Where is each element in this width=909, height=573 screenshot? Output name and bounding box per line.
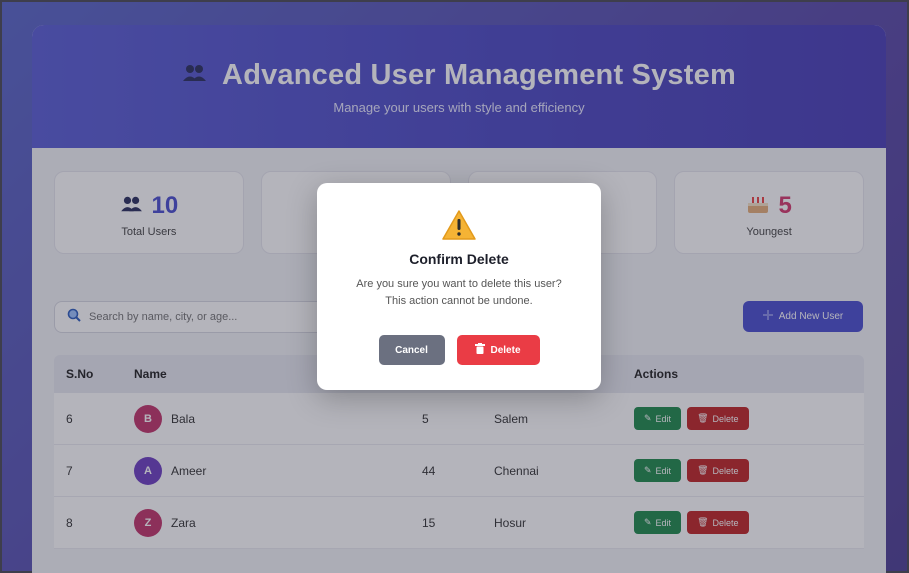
dialog-message: Are you sure you want to delete this use… bbox=[317, 276, 601, 310]
dialog-title: Confirm Delete bbox=[409, 251, 509, 267]
dialog-buttons: Cancel Delete bbox=[317, 335, 601, 365]
cancel-button[interactable]: Cancel bbox=[378, 335, 445, 365]
confirm-delete-dialog: Confirm Delete Are you sure you want to … bbox=[317, 183, 601, 390]
warning-icon bbox=[317, 209, 601, 241]
dialog-message-line-1: Are you sure you want to delete this use… bbox=[356, 278, 562, 290]
confirm-delete-label: Delete bbox=[490, 344, 521, 356]
trash-icon bbox=[475, 343, 486, 357]
confirm-delete-button[interactable]: Delete bbox=[456, 335, 540, 365]
dialog-message-line-2: This action cannot be undone. bbox=[385, 295, 533, 307]
